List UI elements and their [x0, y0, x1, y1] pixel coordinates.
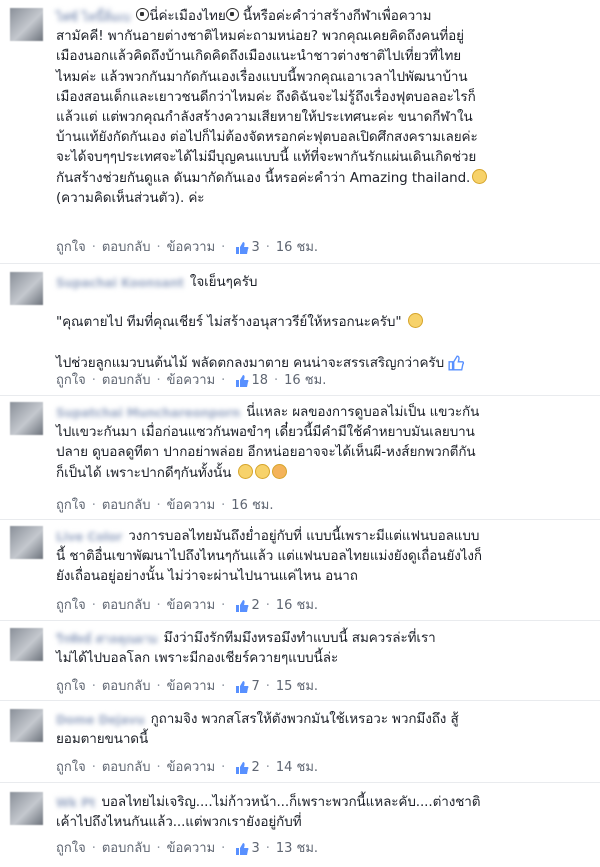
divider: [0, 620, 600, 621]
thumbs-up-icon[interactable]: [235, 599, 249, 613]
commenter-name[interactable]: Supachai Koonsant: [56, 273, 184, 290]
like-link[interactable]: ถูกใจ: [56, 760, 86, 775]
commenter-name[interactable]: Live Color: [56, 527, 122, 544]
timestamp[interactable]: 16 ชม.: [276, 240, 318, 255]
reply-link[interactable]: ตอบกลับ: [102, 841, 151, 856]
thumbs-up-icon[interactable]: [235, 761, 249, 775]
like-count[interactable]: 3: [251, 240, 259, 255]
message-link[interactable]: ข้อความ: [167, 240, 216, 255]
like-link[interactable]: ถูกใจ: [56, 679, 86, 694]
avatar[interactable]: [10, 8, 43, 41]
avatar[interactable]: [10, 272, 43, 305]
commenter-name[interactable]: วีรพัทธ์ ศาลคุณผาม: [56, 629, 158, 646]
divider: [0, 782, 600, 783]
divider: [0, 700, 600, 701]
soccer-ball-icon: [225, 8, 239, 21]
avatar[interactable]: [10, 792, 43, 825]
timestamp[interactable]: 15 ชม.: [276, 679, 318, 694]
commenter-name[interactable]: Supatchai Munchareonporn: [56, 403, 240, 420]
timestamp[interactable]: 16 ชม.: [284, 373, 326, 388]
smile-emoji-icon: [472, 168, 488, 184]
message-link[interactable]: ข้อความ: [167, 679, 216, 694]
timestamp[interactable]: 16 ชม.: [276, 598, 318, 613]
tongue-emoji-icon: [271, 463, 287, 479]
avatar[interactable]: [10, 526, 43, 559]
reply-link[interactable]: ตอบกลับ: [102, 760, 151, 775]
like-count[interactable]: 2: [251, 760, 259, 775]
avatar[interactable]: [10, 402, 43, 435]
reply-link[interactable]: ตอบกลับ: [102, 373, 151, 388]
smile-emoji-icon: [407, 313, 423, 329]
like-count[interactable]: 7: [251, 679, 259, 694]
reply-link[interactable]: ตอบกลับ: [102, 679, 151, 694]
timestamp[interactable]: 13 ชม.: [276, 841, 318, 856]
comment-text: Supatchai Munchareonporn นี่แหละ ผลของการ…: [56, 403, 480, 481]
divider: [0, 519, 600, 520]
soccer-ball-icon: [136, 8, 150, 21]
smile-emoji-icon: [254, 463, 270, 479]
comment-actions: ถูกใจ · ตอบกลับ · ข้อความ · 2 · 14 ชม.: [56, 760, 319, 775]
comment-text: Supachai Koonsant ใจเย็นๆครับ "คุณตายไป ท…: [56, 272, 592, 373]
divider: [0, 395, 600, 396]
message-link[interactable]: ข้อความ: [167, 841, 216, 856]
comment-text: ไพ่ซ์ ไหนี้ลิ่มเบ นี่ค่ะเมืองไทย นี้หรือค…: [56, 6, 592, 208]
thumbs-up-icon: [448, 355, 465, 371]
comment-actions: ถูกใจ · ตอบกลับ · ข้อความ · 2 · 16 ชม.: [56, 598, 319, 613]
comment-text: Wk Pt บอลไทยไม่เจริญ....ไม่ก้าวหน้า...ก็เ…: [56, 793, 481, 831]
timestamp[interactable]: 14 ชม.: [276, 760, 318, 775]
commenter-name[interactable]: ไพ่ซ์ ไหนี้ลิ่มเบ: [56, 7, 130, 24]
reply-link[interactable]: ตอบกลับ: [102, 240, 151, 255]
like-link[interactable]: ถูกใจ: [56, 498, 86, 513]
thumbs-up-icon[interactable]: [235, 374, 249, 388]
like-link[interactable]: ถูกใจ: [56, 841, 86, 856]
like-count[interactable]: 3: [251, 841, 259, 856]
avatar[interactable]: [10, 709, 43, 742]
commenter-name[interactable]: Dome Dejavu: [56, 710, 145, 727]
message-link[interactable]: ข้อความ: [167, 760, 216, 775]
reply-link[interactable]: ตอบกลับ: [102, 498, 151, 513]
smile-emoji-icon: [237, 463, 253, 479]
like-count[interactable]: 18: [251, 373, 268, 388]
commenter-name[interactable]: Wk Pt: [56, 793, 96, 810]
comment-text: วีรพัทธ์ ศาลคุณผาม มึงว่ามึงรักทีมมึงหรอม…: [56, 629, 436, 667]
like-count[interactable]: 2: [251, 598, 259, 613]
comment-actions: ถูกใจ · ตอบกลับ · ข้อความ · 18 · 16 ชม.: [56, 373, 327, 388]
reply-link[interactable]: ตอบกลับ: [102, 598, 151, 613]
comment-text: Dome Dejavu กูถามจิง พวกสโสรให้ตังพวกมันใ…: [56, 710, 459, 748]
comment-actions: ถูกใจ · ตอบกลับ · ข้อความ · 16 ชม.: [56, 498, 274, 513]
message-link[interactable]: ข้อความ: [167, 498, 216, 513]
like-link[interactable]: ถูกใจ: [56, 240, 86, 255]
message-link[interactable]: ข้อความ: [167, 598, 216, 613]
timestamp[interactable]: 16 ชม.: [231, 498, 273, 513]
comment-actions: ถูกใจ · ตอบกลับ · ข้อความ · 7 · 15 ชม.: [56, 679, 319, 694]
avatar[interactable]: [10, 628, 43, 661]
message-link[interactable]: ข้อความ: [167, 373, 216, 388]
thumbs-up-icon[interactable]: [235, 680, 249, 694]
comment-actions: ถูกใจ · ตอบกลับ · ข้อความ · 3 · 13 ชม.: [56, 841, 319, 856]
thumbs-up-icon[interactable]: [235, 842, 249, 856]
comment-actions: ถูกใจ · ตอบกลับ · ข้อความ · 3 · 16 ชม.: [56, 240, 319, 255]
divider: [0, 263, 600, 264]
comment-text: Live Color วงการบอลไทยมันถึงย่ำอยู่กับที่…: [56, 527, 482, 585]
thumbs-up-icon[interactable]: [235, 241, 249, 255]
like-link[interactable]: ถูกใจ: [56, 373, 86, 388]
like-link[interactable]: ถูกใจ: [56, 598, 86, 613]
